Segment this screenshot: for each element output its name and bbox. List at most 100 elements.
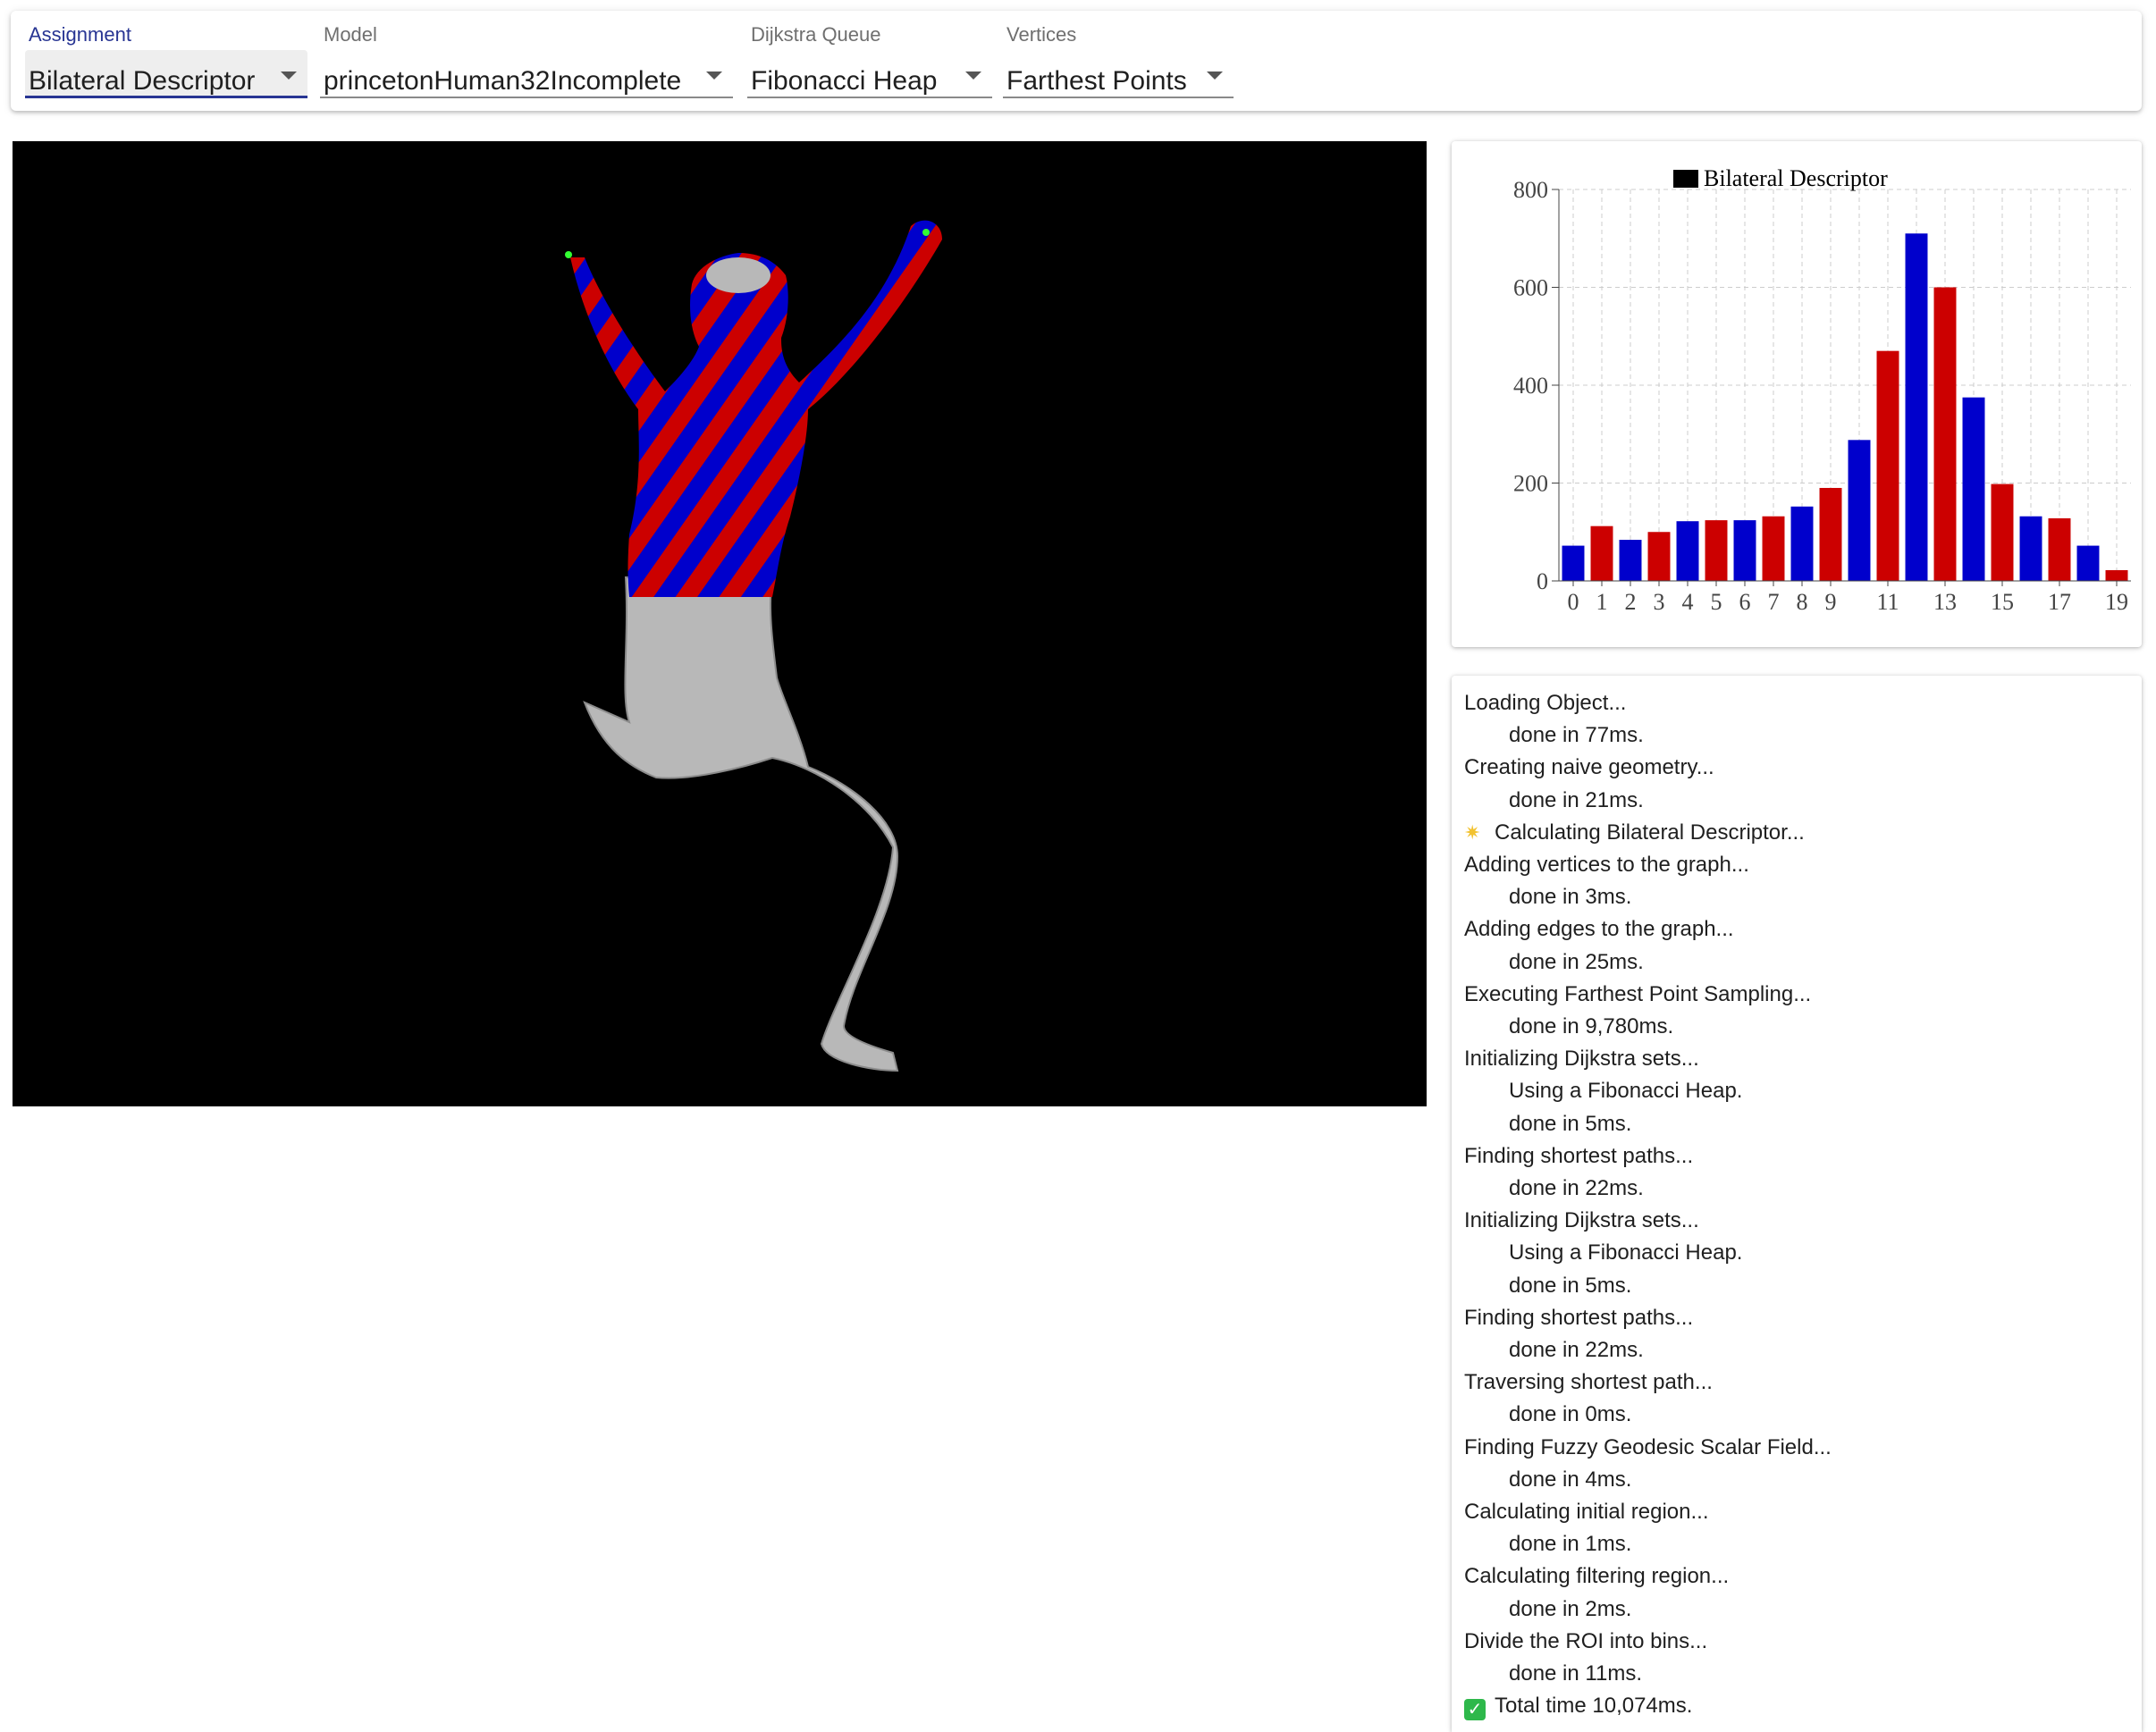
log-line: Finding shortest paths... (1464, 1305, 1693, 1332)
log-line: Using a Fibonacci Heap. (1509, 1240, 1742, 1266)
dijkstra-queue-field[interactable]: Fibonacci Heap (747, 50, 992, 98)
dijkstra-queue-value: Fibonacci Heap (751, 66, 938, 96)
x-tick-label: 1 (1596, 589, 1608, 615)
log-line: done in 4ms. (1509, 1467, 1631, 1493)
model-value: princetonHuman32Incomplete (324, 66, 682, 96)
log-line: done in 77ms. (1509, 722, 1644, 749)
log-line: Finding shortest paths... (1464, 1143, 1693, 1170)
log-line: Executing Farthest Point Sampling... (1464, 981, 1811, 1008)
marker-left-hand (565, 251, 572, 258)
log-line: done in 25ms. (1509, 949, 1644, 976)
histogram-bar (1676, 521, 1699, 581)
log-text: Finding Fuzzy Geodesic Scalar Field... (1464, 1434, 1832, 1459)
histogram-bar (2019, 516, 2042, 581)
log-line: ✓ Total time 10,074ms. (1464, 1693, 1693, 1721)
legend-swatch (1673, 170, 1698, 188)
log-line: done in 22ms. (1509, 1175, 1644, 1202)
x-tick-label: 4 (1682, 589, 1694, 615)
chevron-down-icon[interactable] (965, 71, 981, 80)
histogram-bar (1619, 540, 1642, 581)
log-text: Using a Fibonacci Heap. (1509, 1079, 1743, 1104)
x-tick-label: 7 (1768, 589, 1780, 615)
log-text: Initializing Dijkstra sets... (1464, 1047, 1699, 1072)
vertices-field[interactable]: Farthest Points (1003, 50, 1234, 98)
histogram-bar (1905, 233, 1928, 581)
y-tick-label: 200 (1513, 471, 1548, 497)
y-tick-label: 800 (1513, 177, 1548, 203)
y-tick-label: 600 (1513, 275, 1548, 301)
log-text: done in 22ms. (1509, 1176, 1644, 1200)
log-line: Loading Object... (1464, 690, 1626, 717)
log-line: Calculating filtering region... (1464, 1563, 1729, 1590)
log-text: done in 0ms. (1509, 1402, 1632, 1427)
log-line: done in 3ms. (1509, 884, 1631, 911)
log-text: Using a Fibonacci Heap. (1509, 1240, 1743, 1265)
chevron-down-icon[interactable] (281, 71, 297, 80)
x-tick-label: 5 (1711, 589, 1722, 615)
log-line: ✷ Calculating Bilateral Descriptor... (1464, 820, 1805, 846)
log-text: Calculating Bilateral Descriptor... (1495, 820, 1805, 845)
log-text: done in 77ms. (1509, 723, 1644, 748)
histogram-bar (1933, 287, 1957, 581)
assignment-label: Assignment (29, 23, 131, 46)
histogram-bar (1991, 483, 2014, 581)
log-line: Divide the ROI into bins... (1464, 1628, 1707, 1655)
chart-bars (1562, 233, 2128, 581)
histogram-bar (1790, 506, 1814, 581)
log-line: done in 9,780ms. (1509, 1013, 1673, 1040)
log-line: Creating naive geometry... (1464, 754, 1714, 781)
3d-viewport[interactable] (13, 141, 1427, 1106)
log-text: Calculating initial region... (1464, 1500, 1709, 1524)
histogram-bar (1590, 525, 1613, 581)
log-text: done in 25ms. (1509, 949, 1644, 974)
x-tick-label: 6 (1739, 589, 1751, 615)
assignment-field[interactable]: Bilateral Descriptor (25, 50, 307, 98)
histogram-card: 0 200 400 600 800 0 1 2 3 4 5 6 7 8 9 11 13 15 17 19 Bilate… (1452, 141, 2142, 647)
log-text: Creating naive geometry... (1464, 755, 1714, 780)
model-field[interactable]: princetonHuman32Incomplete (320, 50, 733, 98)
log-text: Total time 10,074ms. (1495, 1694, 1693, 1719)
log-text: Divide the ROI into bins... (1464, 1628, 1708, 1653)
chevron-down-icon[interactable] (1207, 71, 1223, 80)
histogram-bar (1562, 545, 1585, 581)
x-tick-label: 11 (1876, 589, 1899, 615)
vertices-label: Vertices (1006, 23, 1077, 46)
x-tick-label: 19 (2105, 589, 2128, 615)
toolbar: Assignment Bilateral Descriptor Model pr… (11, 11, 2142, 111)
mesh-head (706, 257, 771, 293)
log-line: Adding edges to the graph... (1464, 916, 1734, 943)
log-text: Adding edges to the graph... (1464, 917, 1734, 942)
x-tick-label: 15 (1991, 589, 2014, 615)
dijkstra-queue-label: Dijkstra Queue (751, 23, 881, 46)
log-text: Finding shortest paths... (1464, 1305, 1694, 1330)
log-line: Calculating initial region... (1464, 1499, 1708, 1526)
assignment-select[interactable]: Assignment Bilateral Descriptor (25, 11, 307, 111)
x-tick-label: 8 (1797, 589, 1808, 615)
histogram-bar (2076, 545, 2100, 581)
histogram-bar (1647, 532, 1671, 581)
log-line: done in 22ms. (1509, 1337, 1644, 1364)
histogram-bar (2105, 569, 2128, 581)
vertices-select[interactable]: Vertices Farthest Points (1003, 11, 1234, 111)
x-tick-label: 3 (1654, 589, 1665, 615)
chart-grid (1559, 189, 2131, 582)
y-tick-label: 0 (1537, 568, 1548, 594)
log-text: done in 1ms. (1509, 1532, 1632, 1557)
log-text: Traversing shortest path... (1464, 1370, 1713, 1395)
dijkstra-queue-select[interactable]: Dijkstra Queue Fibonacci Heap (747, 11, 992, 111)
histogram-bar (1733, 520, 1756, 581)
legend-label: Bilateral Descriptor (1704, 165, 1888, 191)
chevron-down-icon[interactable] (706, 71, 722, 80)
x-tick-label: 9 (1825, 589, 1837, 615)
log-text: Loading Object... (1464, 691, 1627, 715)
model-select[interactable]: Model princetonHuman32Incomplete (320, 11, 733, 111)
log-line: Traversing shortest path... (1464, 1369, 1713, 1396)
histogram-bar (1762, 516, 1785, 581)
marker-right-hand (922, 229, 930, 236)
vertices-value: Farthest Points (1006, 66, 1187, 96)
log-line: done in 1ms. (1509, 1531, 1631, 1558)
histogram-bar (2048, 517, 2071, 581)
y-tick-label: 400 (1513, 373, 1548, 399)
log-text: done in 2ms. (1509, 1596, 1632, 1621)
log-text: Initializing Dijkstra sets... (1464, 1208, 1699, 1233)
